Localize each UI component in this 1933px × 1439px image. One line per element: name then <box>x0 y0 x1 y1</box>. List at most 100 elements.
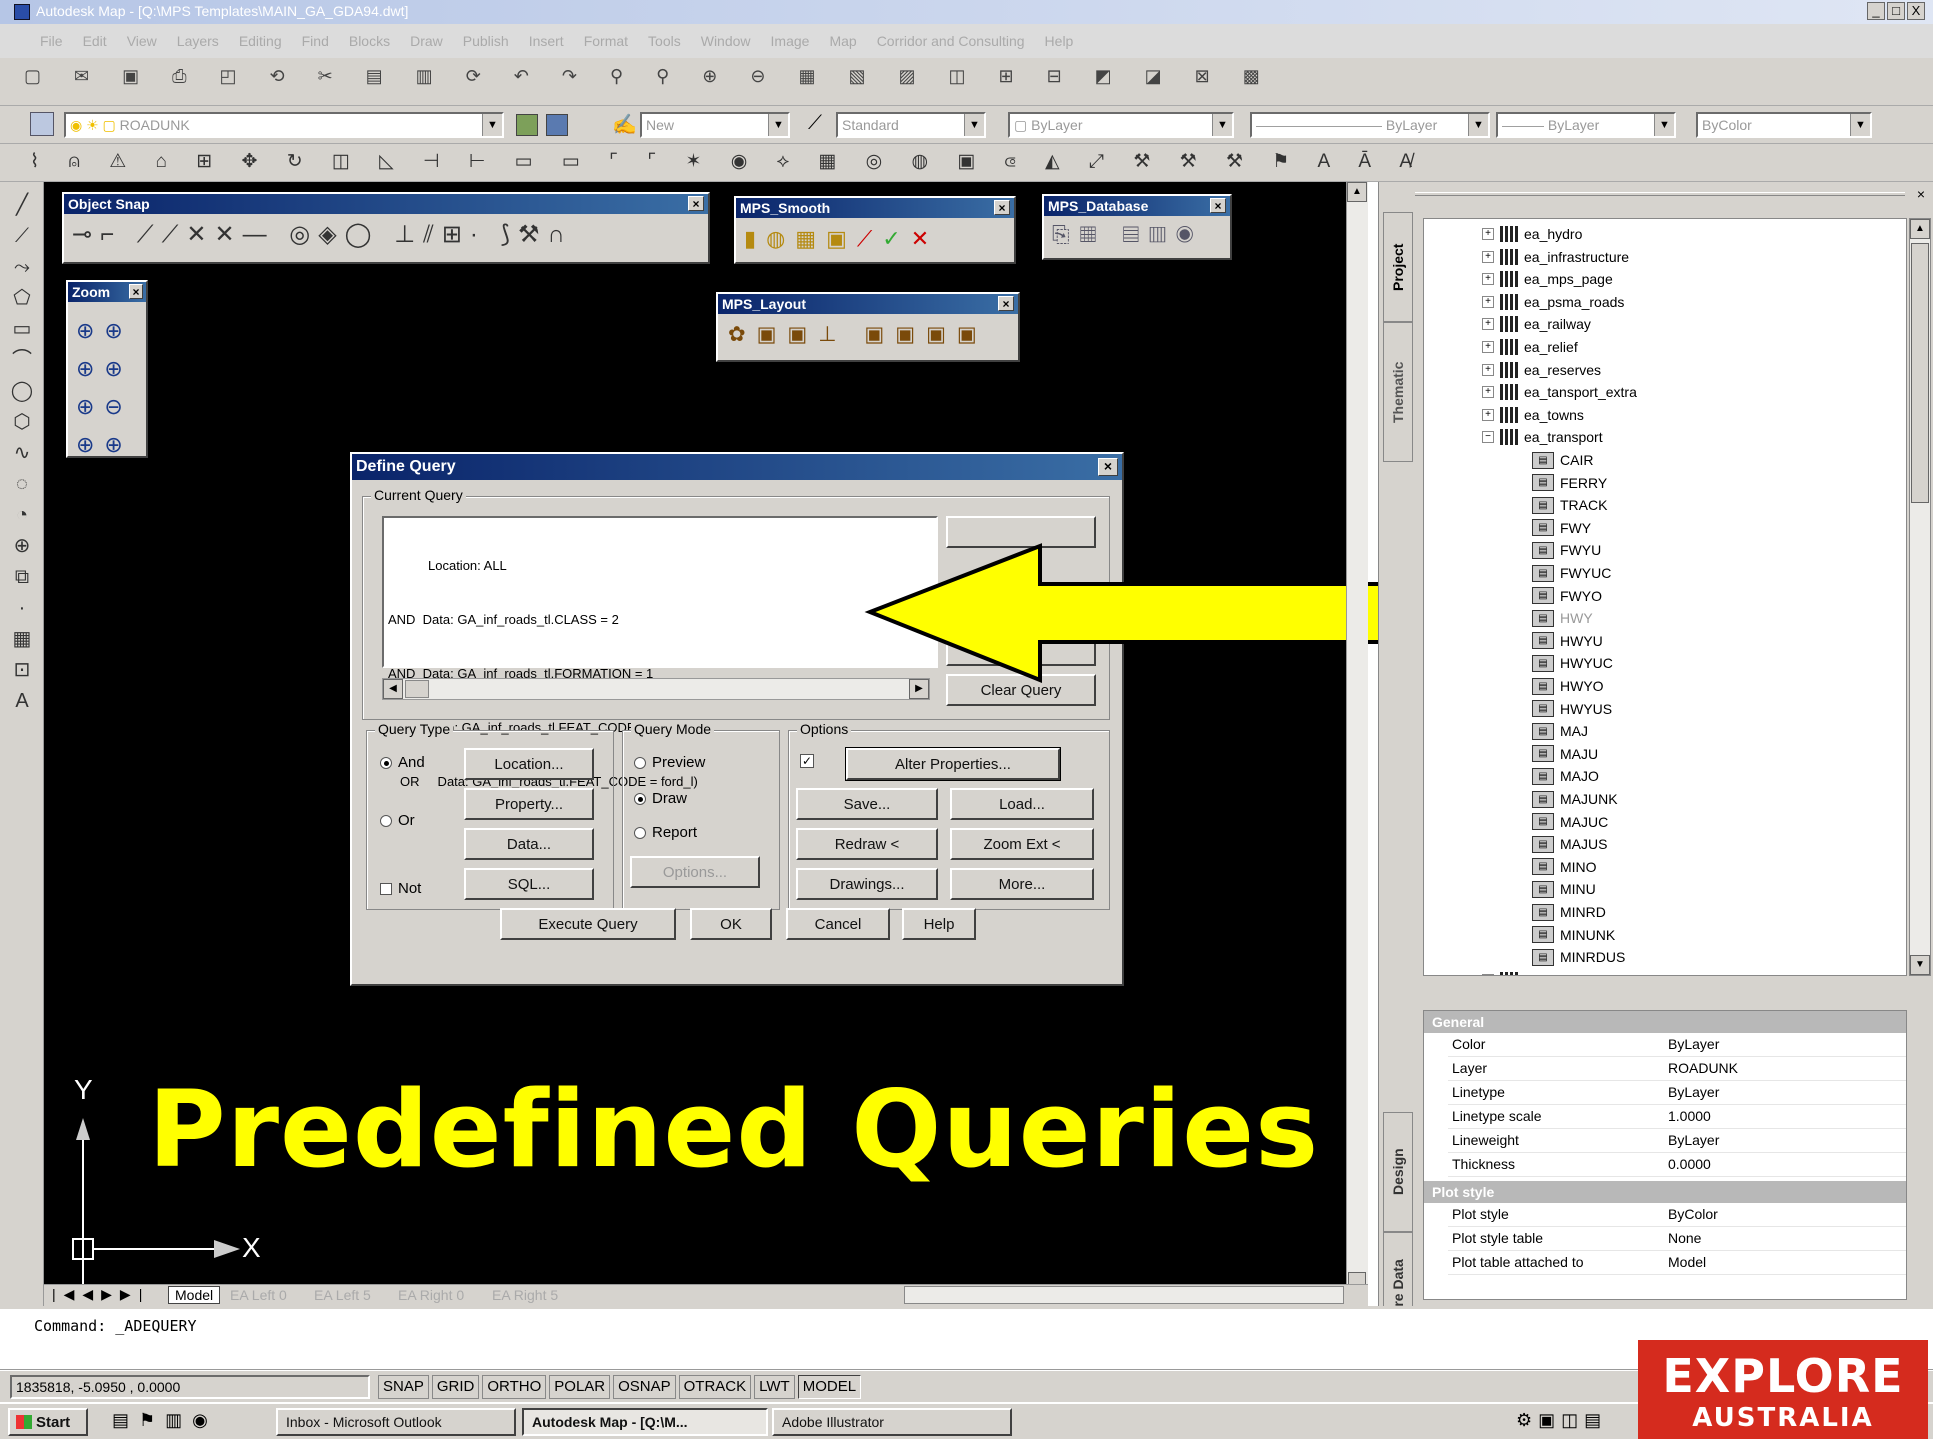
plotstyle-combo[interactable]: ByColor ▼ <box>1696 112 1872 138</box>
tree-group-item[interactable]: + ea_hydro <box>1482 223 1582 245</box>
tree-leaf-item[interactable]: ▤ FWYU <box>1532 539 1601 561</box>
load-button[interactable]: Load... <box>950 788 1094 820</box>
tree-leaf-item[interactable]: ▤ MAJUC <box>1532 811 1608 833</box>
taskbar-illustrator[interactable]: Adobe Illustrator <box>772 1408 1012 1436</box>
menu-item[interactable]: Help <box>1045 33 1074 49</box>
tree-group-item[interactable]: + ea_infrastructure <box>1482 246 1629 268</box>
expand-icon[interactable]: + <box>1482 973 1494 975</box>
tree-leaf-item[interactable]: ▤ HWYO <box>1532 675 1604 697</box>
plot-style-section-header[interactable]: Plot style <box>1424 1181 1906 1203</box>
tree-leaf-item[interactable]: ▤ HWYU <box>1532 630 1603 652</box>
tree-leaf-item[interactable]: ▤ TRACK <box>1532 494 1607 516</box>
tree-group-item[interactable]: + ea_psma_roads <box>1482 291 1624 313</box>
mps-smooth-icons[interactable]: ▮◍▦▣⟋✓✕ <box>744 226 939 252</box>
menu-item[interactable]: Image <box>771 33 810 49</box>
property-row[interactable]: Linetype scale 1.0000 <box>1448 1105 1906 1129</box>
tab-thematic[interactable]: Thematic <box>1383 322 1413 462</box>
quick-launch-icons[interactable]: ▤⚑▥◉ <box>112 1410 218 1431</box>
tree-group-item[interactable]: − ea_transport <box>1482 426 1603 448</box>
mps-database-close[interactable]: × <box>1210 198 1226 213</box>
make-current-icon[interactable] <box>516 114 538 136</box>
tree-vscrollbar[interactable]: ▲ ▼ <box>1909 218 1931 976</box>
tree-leaf-item[interactable]: ▤ MINU <box>1532 878 1596 900</box>
menu-item[interactable]: Editing <box>239 33 282 49</box>
start-button[interactable]: Start <box>8 1408 88 1436</box>
property-row[interactable]: Plot table attached to Model <box>1448 1251 1906 1275</box>
system-tray-icons[interactable]: ⚙▣◫▤ <box>1516 1410 1607 1431</box>
status-toggle-ortho[interactable]: ORTHO <box>482 1375 547 1399</box>
execute-query-button[interactable]: Execute Query <box>500 908 676 940</box>
object-snap-icons[interactable]: ⊸⌐ ⟋⟋✕✕— ◎◈◯ ⊥⫽⊞· ⟆⚒∩ <box>72 220 573 249</box>
tree-leaf-item[interactable]: ▤ HWY <box>1532 607 1593 629</box>
property-row[interactable]: Layer ROADUNK <box>1448 1057 1906 1081</box>
location-button[interactable]: Location... <box>464 748 594 780</box>
text-style-combo[interactable]: New ▼ <box>640 112 790 138</box>
menu-item[interactable]: Blocks <box>349 33 390 49</box>
object-snap-close[interactable]: × <box>688 196 704 211</box>
tree-leaf-item[interactable]: ▤ MINRDUS <box>1532 946 1625 968</box>
menu-item[interactable]: View <box>127 33 157 49</box>
linetype-combo[interactable]: ――――――――― ByLayer ▼ <box>1250 112 1490 138</box>
tab-model[interactable]: Model <box>168 1286 221 1304</box>
tree-group-item[interactable]: + ea_tansport_extra <box>1482 381 1637 403</box>
dialog-close-button[interactable]: × <box>1098 458 1118 476</box>
layer-previous-icon[interactable] <box>546 114 568 136</box>
drawings-button[interactable]: Drawings... <box>796 868 938 900</box>
property-row[interactable]: Lineweight ByLayer <box>1448 1129 1906 1153</box>
tab-ea-left-5[interactable]: EA Left 5 <box>314 1287 371 1303</box>
menu-item[interactable]: Corridor and Consulting <box>877 33 1025 49</box>
tab-project[interactable]: Project <box>1383 212 1413 322</box>
tree-leaf-item[interactable]: ▤ HWYUC <box>1532 652 1613 674</box>
property-button[interactable]: Property... <box>464 788 594 820</box>
general-section-header[interactable]: General <box>1424 1011 1906 1033</box>
ok-button[interactable]: OK <box>690 908 772 940</box>
project-tree[interactable]: + ea_hydro + ea_infrastructure + ea_mps_page +… <box>1423 218 1907 976</box>
workspace-close-icon[interactable]: × <box>1917 186 1925 202</box>
menu-item[interactable]: Edit <box>83 33 107 49</box>
taskbar-outlook[interactable]: Inbox - Microsoft Outlook <box>276 1408 516 1436</box>
tree-leaf-item[interactable]: ▤ FWY <box>1532 517 1591 539</box>
menu-item[interactable]: Map <box>829 33 856 49</box>
drawing-vscrollbar[interactable]: ▲ <box>1346 182 1368 1292</box>
tree-leaf-item[interactable]: ▤ MAJUNK <box>1532 788 1618 810</box>
menu-item[interactable]: Format <box>584 33 628 49</box>
property-row[interactable]: Linetype ByLayer <box>1448 1081 1906 1105</box>
menu-item[interactable]: Window <box>701 33 751 49</box>
zoom-icons[interactable]: ⊕⊕ ⊕⊕ ⊕⊖ ⊕⊕ <box>76 312 133 464</box>
menu-item[interactable]: Insert <box>529 33 564 49</box>
tree-group-item[interactable]: + ea_reserves <box>1482 359 1601 381</box>
tree-group-item[interactable]: + ea_towns <box>1482 404 1584 426</box>
expand-icon[interactable]: + <box>1482 295 1494 308</box>
taskbar-autodesk-map[interactable]: Autodesk Map - [Q:\M... <box>522 1408 768 1436</box>
alter-properties-checkbox[interactable]: ✓ <box>800 754 814 768</box>
collapse-icon[interactable]: − <box>1482 431 1494 444</box>
tree-leaf-item[interactable]: ▤ CAIR <box>1532 449 1593 471</box>
and-radio[interactable]: And <box>380 754 425 771</box>
tab-ea-right-0[interactable]: EA Right 0 <box>398 1287 464 1303</box>
tree-leaf-item[interactable]: ▤ MAJU <box>1532 743 1598 765</box>
sql-button[interactable]: SQL... <box>464 868 594 900</box>
expand-icon[interactable]: + <box>1482 408 1494 421</box>
tree-leaf-item[interactable]: ▤ FWYUC <box>1532 562 1611 584</box>
property-row[interactable]: Thickness 0.0000 <box>1448 1153 1906 1177</box>
close-button[interactable]: X <box>1907 2 1925 20</box>
alter-properties-button[interactable]: Alter Properties... <box>845 747 1061 781</box>
or-radio[interactable]: Or <box>380 812 415 829</box>
modify-toolbar-icons[interactable]: ⌇ ⍝ ⚠ ⌂ ⊞ ✥ ↻ ◫ ◺ ⊣ ⊢ ▭ ▭ ⌜ ⌜ ✶ ◉ ⟡ ▦ ◎ … <box>30 150 1430 178</box>
report-radio[interactable]: Report <box>634 824 697 841</box>
status-toggle-model[interactable]: MODEL <box>797 1375 862 1399</box>
status-toggle-grid[interactable]: GRID <box>431 1375 480 1399</box>
menu-item[interactable]: Publish <box>463 33 509 49</box>
query-hscrollbar[interactable]: ◀ ▶ <box>382 678 930 700</box>
expand-icon[interactable]: + <box>1482 250 1494 263</box>
more-button[interactable]: More... <box>950 868 1094 900</box>
menu-item[interactable]: Tools <box>648 33 681 49</box>
lineweight-combo[interactable]: ――― ByLayer ▼ <box>1496 112 1676 138</box>
cancel-button[interactable]: Cancel <box>786 908 890 940</box>
expand-icon[interactable]: + <box>1482 228 1494 240</box>
redraw-button[interactable]: Redraw < <box>796 828 938 860</box>
property-row[interactable]: Plot style ByColor <box>1448 1203 1906 1227</box>
property-row[interactable]: Color ByLayer <box>1448 1033 1906 1057</box>
save-button[interactable]: Save... <box>796 788 938 820</box>
preview-radio[interactable]: Preview <box>634 754 705 771</box>
